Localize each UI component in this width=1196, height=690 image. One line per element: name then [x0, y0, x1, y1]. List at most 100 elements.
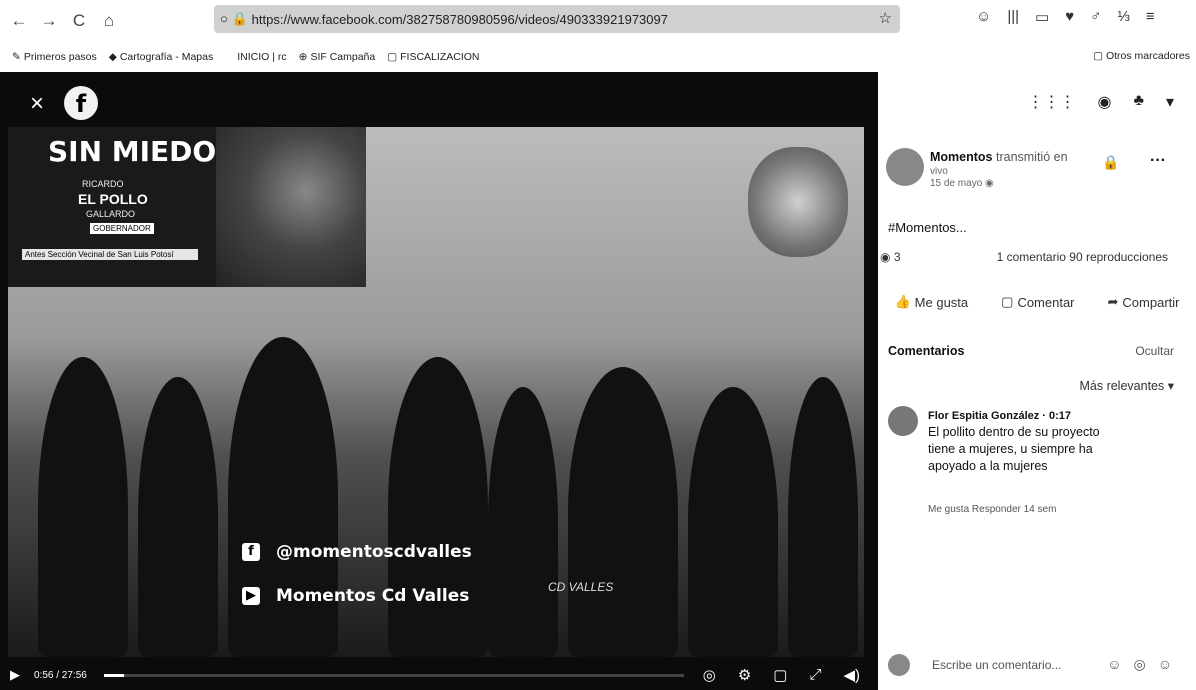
globe-icon: ◉ [985, 178, 994, 189]
composer-icons: ☺ ◎ ☺ [1107, 656, 1172, 673]
share-label: Compartir [1122, 294, 1180, 310]
bookmark-item[interactable]: ✎ Primeros pasos [12, 51, 97, 63]
play-icon[interactable]: ▶ [10, 667, 20, 683]
video-controls: ▶ 0:56 / 27:56 ◎ ⚙ ▢ ⤢ ◀) [0, 660, 878, 690]
emoji-icon[interactable]: ☺ [1107, 656, 1121, 673]
video-watermark: CD VALLES [548, 580, 614, 594]
library-icon[interactable]: ||| [1007, 8, 1019, 26]
person-silhouette [688, 387, 778, 657]
video-player[interactable]: SIN MIEDO RICARDO EL POLLO GALLARDO GOBE… [0, 72, 878, 690]
video-frame[interactable]: SIN MIEDO RICARDO EL POLLO GALLARDO GOBE… [8, 127, 864, 657]
like-button[interactable]: 👍 Me gusta [894, 294, 968, 310]
bookmark-label: Cartografía - Mapas [119, 51, 214, 63]
post-date[interactable]: 15 de mayo ◉ [930, 178, 994, 189]
settings-gear-icon[interactable]: ⚙ [738, 666, 751, 684]
bookmark-item[interactable]: ▢ FISCALIZACION [387, 51, 479, 63]
comment-view-counts[interactable]: 1 comentario 90 reproducciones [997, 250, 1168, 264]
bookmark-label: Primeros pasos [23, 51, 97, 63]
globe-icon: ⊕ [298, 51, 308, 63]
camera-icon[interactable]: ◎ [1133, 656, 1145, 673]
notifications-bell-icon[interactable]: ♣ [1133, 92, 1144, 112]
extension2-icon[interactable]: ⅓ [1117, 8, 1130, 26]
post-sidebar: ⋮⋮⋮ ◉ ♣ ▾ Momentos transmitió en vivo 15… [878, 72, 1196, 690]
comment-icon: ▢ [1001, 294, 1014, 309]
lock-icon[interactable]: 🔒 [1102, 154, 1119, 171]
post-text[interactable]: #Momentos... [888, 220, 967, 235]
pocket-icon[interactable]: ♥ [1065, 8, 1074, 26]
bookmark-icon: ◆ [108, 51, 117, 63]
live-label: vivo [930, 166, 948, 177]
comment-sort-dropdown[interactable]: Más relevantes ▾ [1079, 378, 1174, 393]
share-button[interactable]: ➦ Compartir [1108, 294, 1180, 310]
sidebar-icon[interactable]: ▭ [1035, 8, 1049, 26]
person-silhouette [788, 377, 858, 657]
bookmark-label: FISCALIZACION [400, 51, 480, 63]
reactions-number: 3 [893, 250, 901, 264]
sticker-icon[interactable]: ☺ [1158, 656, 1172, 673]
close-video-button[interactable]: × [30, 90, 44, 118]
menu-icon[interactable]: ≡ [1146, 8, 1155, 26]
bookmark-label: SIF Campaña [310, 51, 376, 63]
comment-button[interactable]: ▢ Comentar [1001, 294, 1074, 310]
more-options-icon[interactable]: ··· [1150, 152, 1166, 170]
folder-icon: ▢ [387, 51, 398, 63]
person-silhouette [138, 377, 218, 657]
extension-icon[interactable]: ☺ [976, 8, 991, 26]
extensions-bar: ☺ ||| ▭ ♥ ♂ ⅓ ≡ [976, 8, 1155, 26]
url-text[interactable]: https://www.facebook.com/382758780980596… [252, 12, 668, 27]
banner-footer: Antes Sección Vecinal de San Luis Potosí [22, 249, 198, 260]
url-bar[interactable]: ○ 🔒 https://www.facebook.com/38275878098… [214, 5, 900, 33]
commenter-name[interactable]: Flor Espitia González · 0:17 [928, 410, 1071, 422]
facebook-logo-icon[interactable]: f [64, 86, 98, 120]
control-icons: ◎ ⚙ ▢ ⤢ ◀) [703, 666, 860, 684]
bookmark-item[interactable]: ◆ Cartografía - Mapas [109, 51, 213, 63]
overlay-facebook-handle: f @momentoscdvalles [242, 542, 472, 562]
bookmark-item[interactable]: ⊕ SIF Campaña [299, 51, 376, 63]
account-icon[interactable]: ♂ [1090, 8, 1101, 26]
banner-line2: EL POLLO [78, 191, 148, 207]
progress-fill [104, 674, 124, 677]
post-actions: 👍 Me gusta ▢ Comentar ➦ Compartir [878, 294, 1196, 310]
back-icon[interactable]: ← [8, 10, 30, 32]
picture-in-picture-icon[interactable]: ▢ [773, 666, 787, 684]
reactions-count[interactable]: ◉ 3 [880, 250, 901, 264]
page-avatar[interactable] [886, 148, 924, 186]
forward-icon[interactable]: → [38, 10, 60, 32]
banner-badge: GOBERNADOR [90, 223, 154, 234]
comments-heading: Comentarios [888, 344, 965, 358]
post-date-text[interactable]: 15 de mayo [930, 178, 982, 189]
bookmark-label: INICIO | rc [237, 51, 287, 63]
fullscreen-icon[interactable]: ⤢ [809, 666, 821, 684]
user-avatar [888, 654, 910, 676]
comment-label: Comentar [1017, 294, 1075, 310]
share-icon: ➦ [1107, 294, 1119, 309]
progress-bar[interactable] [104, 674, 684, 677]
comment-actions[interactable]: Me gusta Responder 14 sem [928, 504, 1056, 515]
other-bookmarks[interactable]: ▢ Otros marcadores [1093, 50, 1190, 62]
banner-headline: SIN MIEDO [48, 135, 217, 168]
top-nav-icons: ⋮⋮⋮ ◉ ♣ ▾ [1028, 92, 1175, 112]
other-bookmarks-label: Otros marcadores [1105, 50, 1190, 62]
messenger-icon[interactable]: ◉ [1098, 92, 1112, 112]
bookmark-star-icon[interactable]: ☆ [879, 9, 892, 27]
bookmark-icon: ✎ [12, 51, 21, 63]
account-dropdown-icon[interactable]: ▾ [1166, 92, 1174, 112]
comment-input[interactable]: Escribe un comentario... [932, 658, 1061, 672]
bookmark-item[interactable]: INICIO | rc [237, 51, 286, 63]
post-author[interactable]: Momentos transmitió en [930, 150, 1068, 164]
thumbs-up-icon: 👍 [894, 294, 911, 309]
overlay-youtube-text: Momentos Cd Valles [276, 586, 470, 606]
banner-line1: RICARDO [82, 179, 124, 189]
author-name[interactable]: Momentos [930, 150, 993, 164]
hide-comments-button[interactable]: Ocultar [1135, 344, 1174, 358]
person-silhouette [388, 357, 488, 657]
home-icon[interactable]: ⌂ [98, 10, 120, 32]
commenter-avatar[interactable] [888, 406, 918, 436]
campaign-banner: SIN MIEDO RICARDO EL POLLO GALLARDO GOBE… [8, 127, 366, 287]
reload-icon[interactable]: C [68, 10, 90, 32]
captions-icon[interactable]: ◎ [703, 666, 716, 684]
shield-icon: ○ 🔒 [220, 11, 248, 26]
menu-grid-icon[interactable]: ⋮⋮⋮ [1028, 92, 1076, 112]
person-silhouette [488, 387, 558, 657]
volume-icon[interactable]: ◀) [843, 666, 860, 684]
